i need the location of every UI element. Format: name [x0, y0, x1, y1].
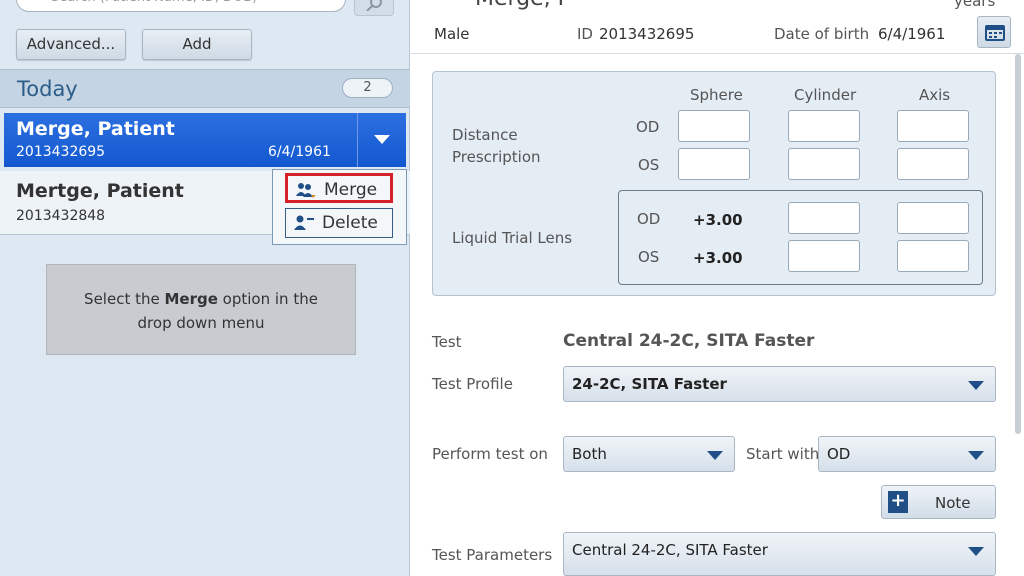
liquid-trial-lens-label: Liquid Trial Lens: [452, 229, 573, 247]
cylinder-header: Cylinder: [794, 86, 857, 104]
distance-os-sphere-input[interactable]: [678, 148, 750, 180]
test-profile-select[interactable]: 24-2C, SITA Faster: [563, 366, 996, 402]
start-with-label: Start with: [746, 445, 820, 463]
dob-value: 6/4/1961: [878, 25, 946, 43]
id-label: ID: [577, 25, 593, 43]
merge-users-icon: [296, 183, 316, 198]
patient-age: years: [954, 0, 996, 10]
menu-item-merge[interactable]: Merge: [285, 173, 393, 203]
group-count-badge: 2: [342, 78, 393, 98]
calendar-icon: [985, 25, 1005, 41]
perform-test-on-value: Both: [572, 445, 607, 463]
add-note-icon: +: [888, 491, 908, 513]
distance-os-axis-input[interactable]: [897, 148, 969, 180]
advanced-button[interactable]: Advanced...: [16, 29, 126, 60]
ltl-od-cylinder-input[interactable]: [788, 202, 860, 234]
patient-id: 2013432695: [16, 144, 106, 160]
os-label: OS: [638, 156, 660, 174]
patient-header: Merge, P years Male ID 2013432695 Date o…: [411, 0, 1024, 54]
ltl-od-label: OD: [637, 210, 661, 228]
prescription-panel: Sphere Cylinder Axis Distance Prescripti…: [432, 71, 996, 296]
calendar-button[interactable]: [977, 16, 1011, 48]
dob-label: Date of birth: [774, 25, 870, 43]
today-group-header[interactable]: Today 2: [0, 69, 410, 108]
patient-dob: 6/4/1961: [268, 144, 331, 160]
od-label: OD: [636, 118, 660, 136]
callout-text-bold: Merge: [164, 290, 218, 308]
ltl-os-label: OS: [638, 248, 660, 266]
instruction-callout: Select the Merge option in the drop down…: [46, 264, 356, 355]
callout-text-start: Select the: [84, 290, 165, 308]
axis-header: Axis: [919, 86, 951, 104]
id-value: 2013432695: [599, 25, 695, 43]
start-with-select[interactable]: OD: [818, 436, 996, 472]
chevron-down-icon: [707, 451, 723, 460]
search-icon: [366, 0, 382, 11]
add-button[interactable]: Add: [142, 29, 252, 60]
scrollbar[interactable]: [1015, 54, 1021, 434]
perform-test-on-label: Perform test on: [432, 445, 548, 463]
chevron-down-icon: [968, 381, 984, 390]
patient-id: 2013432848: [16, 208, 106, 224]
ltl-od-axis-input[interactable]: [897, 202, 969, 234]
patient-name: Mertge, Patient: [16, 180, 184, 202]
distance-os-cylinder-input[interactable]: [788, 148, 860, 180]
patient-list-panel: Search (Patient Name, ID, DOB) Advanced.…: [0, 0, 410, 576]
ltl-os-sphere-value: +3.00: [693, 249, 743, 267]
patient-row-selected[interactable]: Merge, Patient 2013432695 6/4/1961: [4, 113, 357, 167]
patient-detail-panel: Merge, P years Male ID 2013432695 Date o…: [411, 0, 1024, 576]
test-parameters-select[interactable]: Central 24-2C, SITA Faster: [563, 532, 996, 576]
perform-test-on-select[interactable]: Both: [563, 436, 735, 472]
distance-od-axis-input[interactable]: [897, 110, 969, 142]
ltl-os-axis-input[interactable]: [897, 240, 969, 272]
menu-merge-label: Merge: [324, 180, 378, 200]
patient-sex: Male: [434, 25, 470, 43]
test-parameters-value: Central 24-2C, SITA Faster: [572, 541, 768, 559]
sphere-header: Sphere: [690, 86, 743, 104]
ltl-os-cylinder-input[interactable]: [788, 240, 860, 272]
chevron-down-icon: [968, 451, 984, 460]
distance-prescription-label: Distance Prescription: [452, 126, 541, 166]
delete-user-icon: [294, 215, 314, 230]
distance-od-cylinder-input[interactable]: [788, 110, 860, 142]
chevron-down-icon: [374, 135, 390, 144]
search-input[interactable]: Search (Patient Name, ID, DOB): [16, 0, 346, 12]
note-button[interactable]: + Note: [881, 485, 996, 519]
test-parameters-label: Test Parameters: [432, 546, 553, 564]
patient-name-heading: Merge, P: [475, 0, 571, 11]
note-label: Note: [935, 494, 971, 512]
row-context-menu: Merge Delete: [272, 169, 407, 245]
test-profile-value: 24-2C, SITA Faster: [572, 375, 727, 393]
search-button[interactable]: [354, 0, 394, 16]
menu-item-delete[interactable]: Delete: [285, 208, 393, 238]
ltl-od-sphere-value: +3.00: [693, 211, 743, 229]
distance-od-sphere-input[interactable]: [678, 110, 750, 142]
patient-name: Merge, Patient: [16, 118, 175, 140]
test-label: Test: [432, 333, 462, 351]
chevron-down-icon: [968, 547, 984, 556]
group-label: Today: [17, 77, 78, 101]
test-profile-label: Test Profile: [432, 375, 513, 393]
row-dropdown-button[interactable]: [357, 113, 406, 167]
test-value: Central 24-2C, SITA Faster: [563, 331, 815, 351]
start-with-value: OD: [827, 445, 851, 463]
menu-delete-label: Delete: [322, 213, 378, 233]
